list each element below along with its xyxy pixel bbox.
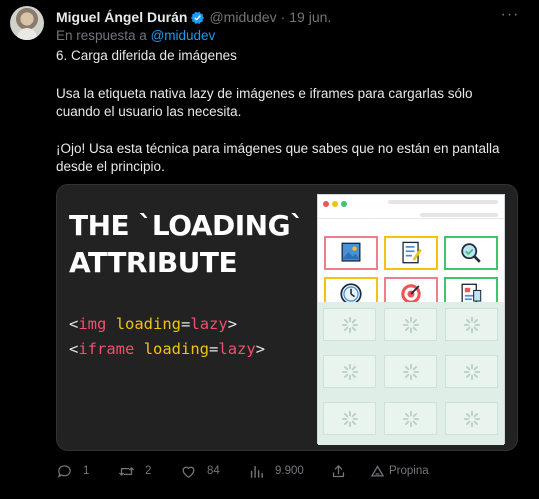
tweet-text-paragraph: Usa la etiqueta nativa lazy de imágenes … <box>56 86 473 119</box>
placeholder-tile <box>384 308 437 341</box>
media-title: THE `LOADING` ATTRIBUTE <box>69 207 304 281</box>
code-bracket: < <box>69 340 79 358</box>
share-icon <box>332 464 345 477</box>
image-icon <box>324 236 378 270</box>
code-line-iframe: <iframe loading=lazy> <box>69 340 265 358</box>
reply-icon <box>57 464 71 478</box>
code-bracket: < <box>69 315 79 333</box>
reply-button[interactable]: 1 <box>56 461 89 481</box>
code-attr: loading <box>143 340 210 358</box>
media-title-line: THE `LOADING` <box>69 209 304 242</box>
reply-mention-link[interactable]: @midudev <box>151 28 216 43</box>
magnifier-icon <box>444 236 498 270</box>
tip-label: Propina <box>389 465 429 477</box>
code-line-img: <img loading=lazy> <box>69 315 237 333</box>
loading-spinner-icon <box>463 363 480 380</box>
window-close-dot <box>323 201 329 207</box>
author-name[interactable]: Miguel Ángel Durán <box>56 9 187 25</box>
placeholder-tile <box>323 308 376 341</box>
code-val: lazy <box>218 340 256 358</box>
retweet-button[interactable]: 2 <box>118 461 151 481</box>
tip-button[interactable]: Propina <box>370 461 429 481</box>
views-button[interactable]: 9.900 <box>248 461 304 481</box>
placeholder-tile <box>445 402 498 435</box>
reply-count: 1 <box>83 465 90 477</box>
code-bracket: > <box>227 315 238 333</box>
placeholder-tile <box>323 355 376 388</box>
placeholder-tile <box>384 402 437 435</box>
placeholder-tile <box>445 308 498 341</box>
tweet-actions: 1 2 84 9.900 Propina <box>56 461 476 481</box>
tweet-media-image[interactable]: THE `LOADING` ATTRIBUTE <img loading=laz… <box>56 184 518 451</box>
views-chart-icon <box>250 465 263 478</box>
placeholder-tile <box>323 402 376 435</box>
tweet-text-paragraph: 6. Carga diferida de imágenes <box>56 48 237 63</box>
code-tag: img <box>78 315 107 333</box>
lazy-placeholder-area <box>318 302 504 445</box>
loading-spinner-icon <box>341 316 358 333</box>
share-button[interactable] <box>330 461 357 481</box>
tweet-date[interactable]: 19 jun. <box>289 9 331 25</box>
code-eq: = <box>181 315 191 333</box>
address-bar <box>388 200 498 204</box>
reply-prefix: En respuesta a <box>56 28 147 43</box>
code-bracket: > <box>255 340 266 358</box>
placeholder-tile <box>384 355 437 388</box>
checklist-icon <box>384 236 438 270</box>
view-count: 9.900 <box>275 465 304 477</box>
media-title-line: ATTRIBUTE <box>69 246 238 279</box>
separator: · <box>280 9 286 25</box>
browser-illustration <box>317 194 505 445</box>
loading-spinner-icon <box>402 363 419 380</box>
author-handle[interactable]: @midudev <box>209 9 276 25</box>
address-bar <box>420 213 498 217</box>
verified-badge-icon <box>191 11 205 24</box>
code-tag: iframe <box>78 340 135 358</box>
code-eq: = <box>209 340 219 358</box>
heart-icon <box>182 466 195 478</box>
tweet-text-paragraph: ¡Ojo! Usa esta técnica para imágenes que… <box>56 141 500 174</box>
retweet-count: 2 <box>145 465 152 477</box>
loading-spinner-icon <box>341 410 358 427</box>
like-button[interactable]: 84 <box>180 461 220 481</box>
loading-spinner-icon <box>463 316 480 333</box>
window-max-dot <box>341 201 347 207</box>
tip-icon <box>370 464 385 476</box>
avatar[interactable] <box>10 6 44 40</box>
retweet-icon <box>119 466 134 476</box>
code-attr: loading <box>115 315 182 333</box>
tweet-header: Miguel Ángel Durán @midudev · 19 jun. <box>56 8 331 26</box>
placeholder-tile <box>445 355 498 388</box>
browser-bar <box>318 195 504 219</box>
loading-spinner-icon <box>402 410 419 427</box>
code-val: lazy <box>190 315 228 333</box>
loading-spinner-icon <box>463 410 480 427</box>
tweet[interactable]: Miguel Ángel Durán @midudev · 19 jun. ··… <box>0 0 539 499</box>
window-min-dot <box>332 201 338 207</box>
reply-context: En respuesta a @midudev <box>56 28 215 43</box>
loading-spinner-icon <box>402 316 419 333</box>
like-count: 84 <box>207 465 220 477</box>
loading-spinner-icon <box>341 363 358 380</box>
more-options-icon[interactable]: ··· <box>499 7 521 26</box>
